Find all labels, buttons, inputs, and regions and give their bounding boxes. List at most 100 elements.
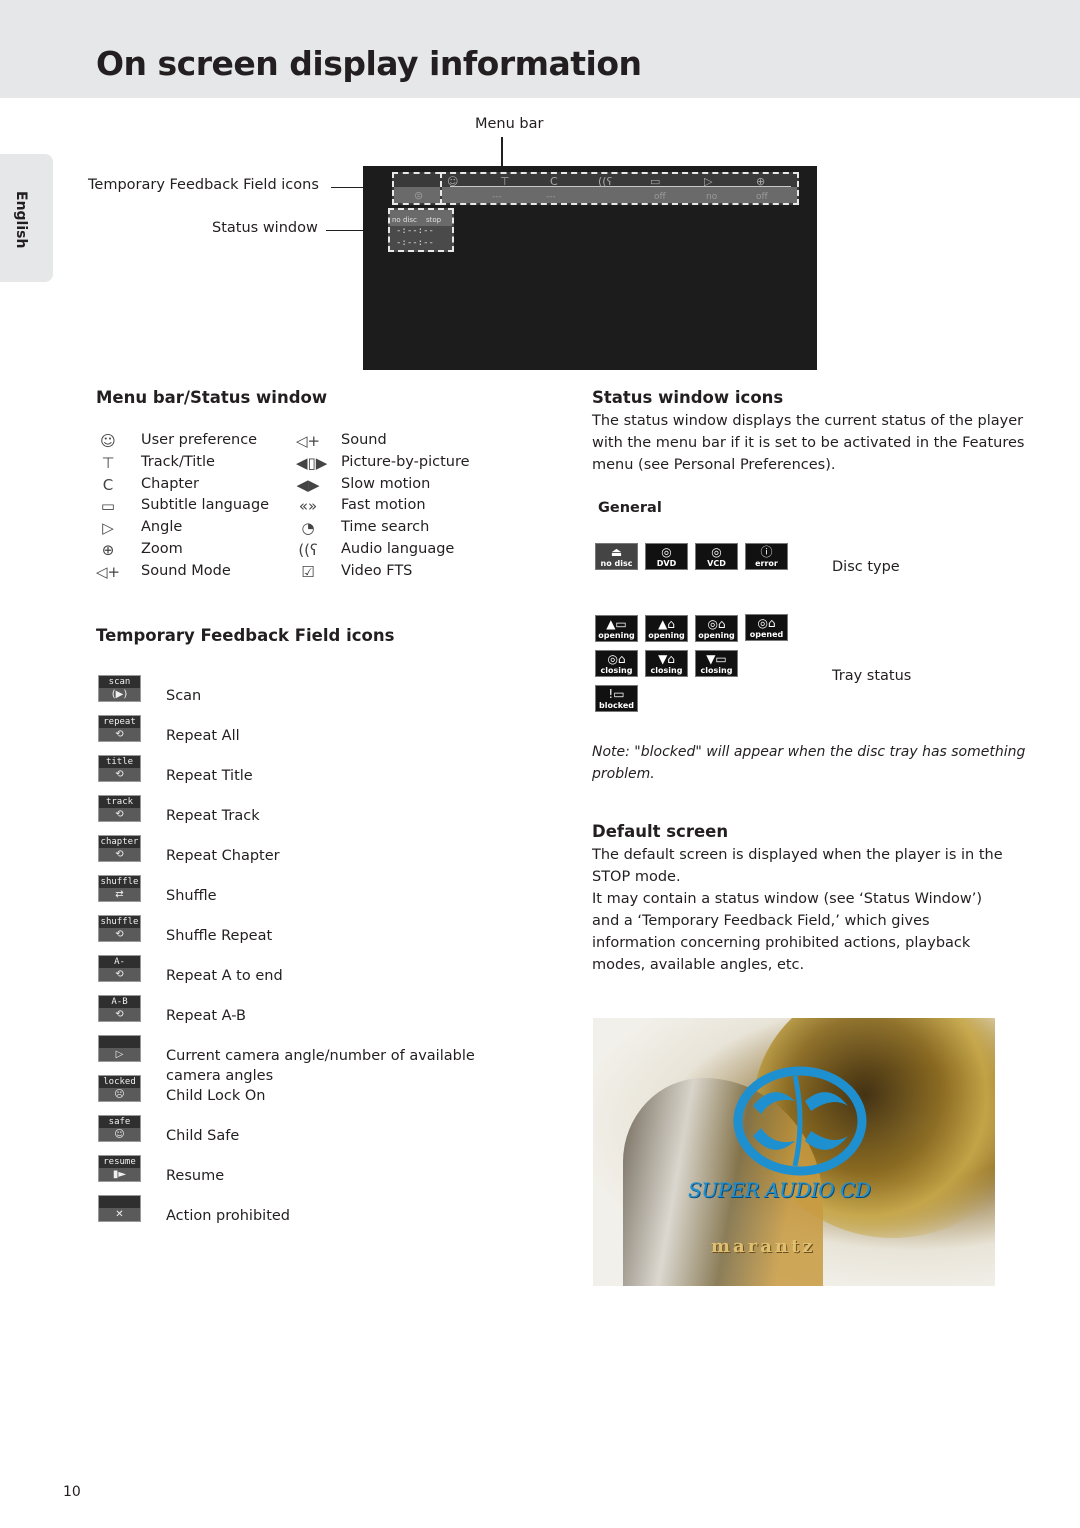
tf-field-label: Temporary Feedback Field icons (88, 177, 319, 193)
subtitle-language-icon: ▭ (100, 497, 116, 516)
status-window-label: Status window (212, 220, 318, 236)
tf-badge-glyph: ⟲ (115, 769, 124, 780)
tf-badge-glyph: ⟲ (115, 969, 124, 980)
tray-text: opening (648, 631, 685, 640)
tf-badge-icon: safe ☺ (98, 1115, 141, 1142)
tf-badge-icon: scan (▶) (98, 675, 141, 702)
language-tab-label: English (13, 191, 29, 249)
tf-badge-icon: shuffle ⇄ (98, 875, 141, 902)
tf-badge-glyph: ⟲ (115, 809, 124, 820)
disc-text: VCD (707, 559, 726, 568)
time-search-icon: ◔ (301, 519, 315, 538)
disc-type-icon: ◎ DVD (645, 543, 688, 570)
menu-icon-label: User preference (141, 432, 258, 448)
menu-bar-value: off (756, 192, 768, 202)
tf-badge-tag: title (99, 756, 140, 768)
menu-icon-label: Video FTS (341, 562, 413, 579)
tf-item-label: Action prohibited (166, 1208, 291, 1224)
tf-badge-icon: ▷ (98, 1035, 141, 1062)
track-title-icon: ⊤ (101, 453, 115, 472)
page-title: On screen display information (96, 44, 642, 83)
status-icons-intro: The status window displays the current s… (592, 413, 1025, 473)
zoom-icon[interactable]: ⊕ (756, 175, 765, 188)
status-disc: no disc (392, 216, 417, 224)
menu-icon-label: Zoom (141, 541, 183, 557)
sound-icon: ◁+ (296, 432, 321, 450)
angle-icon[interactable]: ▷ (704, 175, 712, 188)
status-time-2: -:--:-- (396, 238, 434, 248)
menu-icon-label: Chapter (141, 475, 199, 492)
tf-item-label: Repeat A to end (166, 968, 283, 984)
tf-item-label: Repeat All (166, 728, 240, 744)
zoom-icon: ⊕ (101, 541, 115, 559)
subtitle-language-icon[interactable]: ▭ (650, 175, 660, 188)
tf-badge-tag: resume (99, 1156, 140, 1168)
tf-badge-tag: track (99, 796, 140, 808)
tf-badge-icon: shuffle ⟲ (98, 915, 141, 942)
language-tab[interactable]: English (0, 154, 53, 282)
tf-badge-glyph: ⟲ (115, 849, 124, 860)
chapter-icon: C (102, 475, 114, 494)
tf-badge-icon: chapter ⟲ (98, 835, 141, 862)
disc-type-icon: ⏏ no disc (595, 543, 638, 570)
tf-item-label: Child Lock On (166, 1088, 266, 1104)
brand-logo: marantz (711, 1236, 816, 1257)
user-preference-icon[interactable]: ☺ (447, 175, 458, 188)
menu-icon-label: Sound (341, 432, 387, 448)
disc-text: error (755, 559, 778, 568)
tf-badge-tag: shuffle (99, 916, 140, 928)
tray-text: opened (749, 630, 784, 639)
tray-text: blocked (599, 701, 634, 710)
tf-badge-tag: repeat (99, 716, 140, 728)
status-icons-heading: Status window icons (592, 388, 784, 407)
default-screen-para1: The default screen is displayed when the… (592, 847, 1003, 885)
fast-motion-icon: «» (298, 497, 318, 516)
disc-type-icon: ⓘ error (745, 543, 788, 570)
disc-text: no disc (600, 559, 633, 568)
menu-icon-label: Picture-by-picture (341, 453, 470, 470)
track-title-icon[interactable]: ⊤ (500, 175, 510, 188)
menu-icon-label: Slow motion (341, 475, 431, 492)
tray-text: opening (598, 631, 635, 640)
tray-status-label: Tray status (832, 668, 912, 684)
angle-icon: ▷ (102, 519, 114, 538)
tf-badge-glyph: ⟲ (115, 1009, 124, 1020)
tf-badge-icon: ✕ (98, 1195, 141, 1222)
tf-badge-icon: A- ⟲ (98, 955, 141, 982)
menu-bar-value: --- (546, 192, 556, 202)
default-screen-heading: Default screen (592, 822, 729, 841)
chapter-icon[interactable]: C (550, 175, 558, 188)
tf-badge-icon: repeat ⟲ (98, 715, 141, 742)
tf-item-label: Repeat Track (166, 808, 260, 824)
menu-bar: ☺ ⊤ C ((ʕ ▭ ▷ ⊕ --- --- off no off (440, 172, 799, 205)
tf-badge-tag (99, 1036, 140, 1048)
picture-by-picture-icon: ◀▯▶ (296, 453, 328, 472)
page-number: 10 (63, 1484, 81, 1500)
status-time-1: -:--:-- (396, 226, 434, 236)
tf-item-label: Current camera angle/number of available… (166, 1048, 475, 1084)
menu-icon-label: Track/Title (141, 453, 215, 470)
tray-status-icon: ▼⌂ closing (645, 650, 688, 677)
menu-icon-label: Sound Mode (141, 562, 231, 579)
audio-language-icon[interactable]: ((ʕ (598, 175, 612, 188)
disc-text: DVD (656, 559, 677, 568)
tf-badge-glyph: (▶) (111, 689, 128, 700)
status-window: no disc stop -:--:-- -:--:-- (388, 208, 454, 252)
tf-item-label: Child Safe (166, 1128, 240, 1144)
tf-item-label: Shuffle Repeat (166, 928, 273, 944)
blocked-note: Note: "blocked" will appear when the dis… (592, 744, 1026, 782)
tray-status-icon: ▼▭ closing (695, 650, 738, 677)
tf-badge-icon: A-B ⟲ (98, 995, 141, 1022)
menu-bar-value: off (654, 192, 666, 202)
tray-status-icon: ◎⌂ opening (695, 615, 738, 642)
tray-status-icon: ◎⌂ opened (745, 614, 788, 641)
tf-badge-tag: chapter (99, 836, 140, 848)
tf-badge-tag: safe (99, 1116, 140, 1128)
tf-badge-glyph: ▷ (115, 1049, 124, 1060)
tf-item-label: Shuffle (166, 888, 217, 904)
default-screen-para2: It may contain a status window (see ‘Sta… (592, 891, 983, 973)
tf-item-label: Repeat Title (166, 768, 253, 784)
status-mode: stop (426, 216, 442, 224)
tf-field-icon: ⊜ (414, 189, 424, 202)
tf-badge-glyph: ✕ (115, 1209, 124, 1220)
